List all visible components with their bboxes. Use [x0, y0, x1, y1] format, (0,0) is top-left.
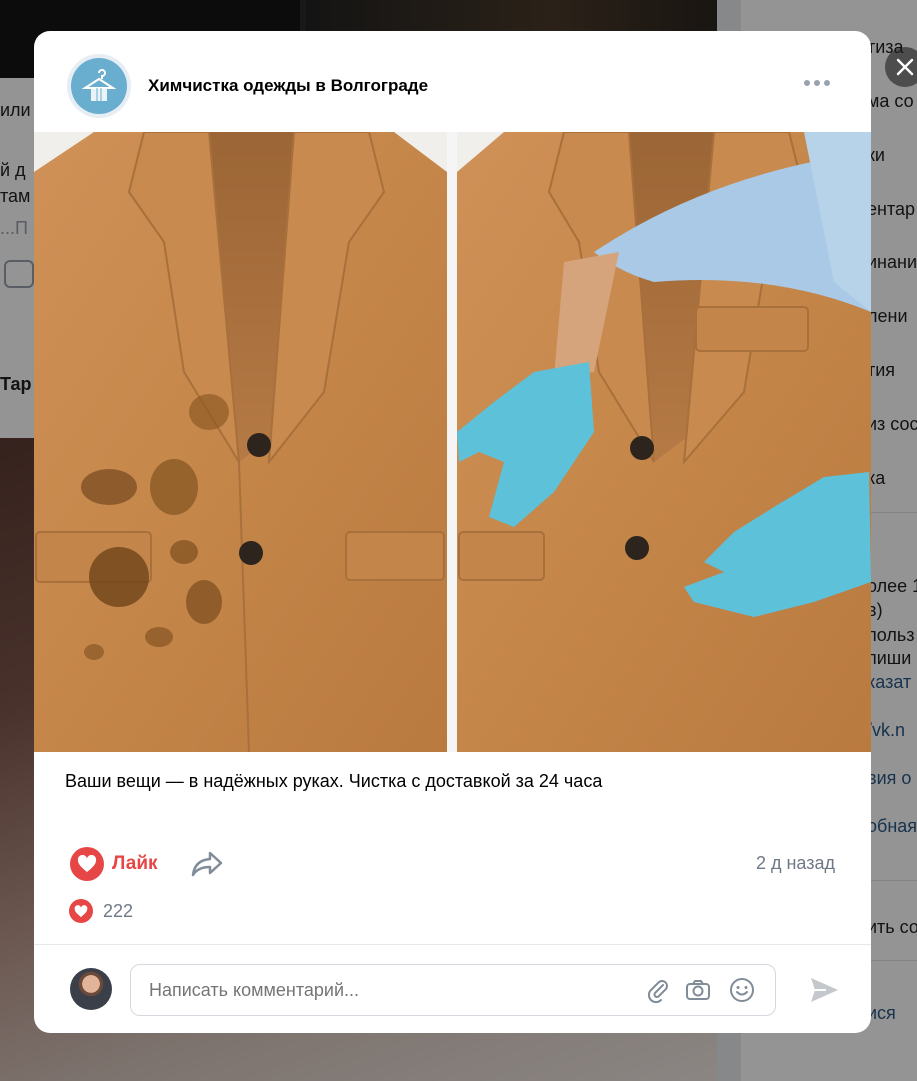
post-modal: Химчистка одежды в Волгограде Ваши вещи … — [34, 31, 871, 1033]
send-icon[interactable] — [808, 974, 840, 1006]
group-name[interactable]: Химчистка одежды в Волгограде — [148, 76, 428, 96]
avatar[interactable] — [70, 968, 112, 1010]
close-icon — [896, 58, 914, 76]
likes-summary[interactable]: 222 — [69, 899, 133, 923]
more-icon[interactable] — [804, 75, 830, 91]
comment-box — [130, 964, 776, 1016]
group-avatar[interactable] — [67, 54, 131, 118]
divider — [34, 944, 871, 945]
heart-icon — [69, 899, 93, 923]
post-text: Ваши вещи — в надёжных руках. Чистка с д… — [65, 771, 603, 791]
like-label: Лайк — [112, 853, 158, 874]
post-time[interactable]: 2 д назад — [756, 853, 835, 874]
post-header: Химчистка одежды в Волгограде — [34, 31, 871, 131]
comment-input[interactable] — [149, 965, 629, 1015]
post-photo[interactable] — [34, 131, 871, 753]
close-button[interactable] — [885, 47, 917, 87]
share-icon[interactable] — [190, 849, 224, 879]
smile-icon[interactable] — [729, 977, 755, 1003]
likes-count: 222 — [103, 900, 134, 921]
attach-icon[interactable] — [645, 977, 671, 1003]
camera-icon[interactable] — [685, 977, 711, 1003]
heart-icon — [70, 847, 104, 881]
photo-divider — [447, 132, 457, 752]
hanger-icon — [81, 69, 117, 101]
like-button[interactable]: Лайк — [70, 846, 158, 882]
